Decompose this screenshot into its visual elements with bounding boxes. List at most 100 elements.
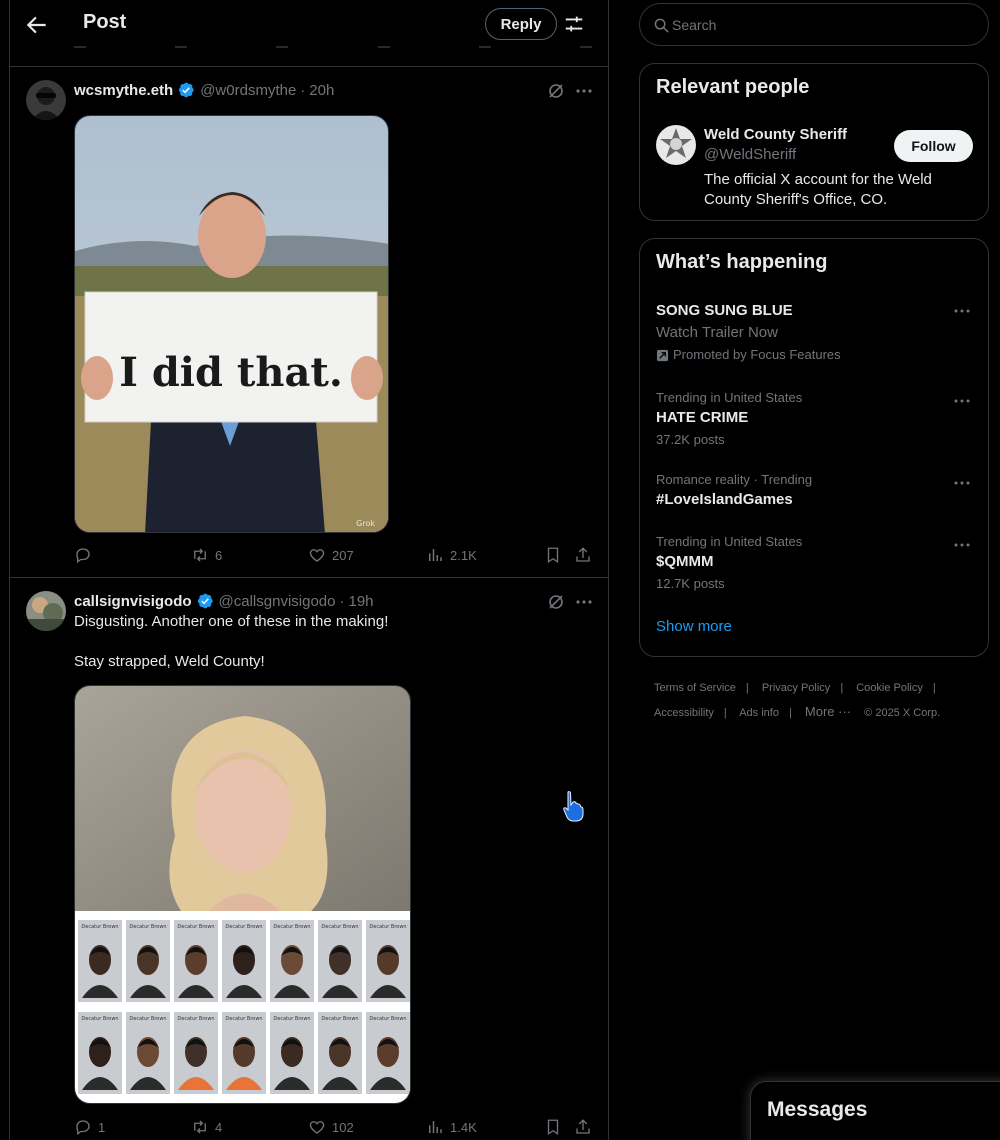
- views-button[interactable]: 1.4K: [426, 1117, 477, 1137]
- footer-link-ads-info[interactable]: Ads info: [739, 707, 779, 719]
- more-options-icon[interactable]: [573, 591, 595, 613]
- scrolled-actions: [74, 38, 592, 52]
- svg-text:Decatur Brown: Decatur Brown: [273, 924, 310, 930]
- trend-topic: HATE CRIME: [656, 409, 749, 426]
- search-box[interactable]: [639, 3, 989, 46]
- trend-item[interactable]: Trending in United States HATE CRIME 37.…: [656, 389, 976, 451]
- repost-button[interactable]: 6: [191, 545, 222, 565]
- post-header: Post Reply: [10, 0, 608, 50]
- share-icon: [576, 1119, 590, 1134]
- more-options-icon[interactable]: [952, 301, 972, 321]
- like-button[interactable]: 102: [308, 1117, 354, 1137]
- svg-text:Decatur Brown: Decatur Brown: [321, 1016, 358, 1022]
- svg-text:Decatur Brown: Decatur Brown: [129, 924, 166, 930]
- footer-link-cookies[interactable]: Cookie Policy: [856, 682, 923, 694]
- trend-post-count: 37.2K posts: [656, 432, 725, 447]
- bookmark-icon: [547, 547, 559, 564]
- svg-text:Decatur Brown: Decatur Brown: [273, 1016, 310, 1022]
- reply-count: 1: [98, 1119, 106, 1135]
- like-count: 207: [332, 547, 354, 563]
- sign-text: I did that.: [119, 349, 343, 396]
- views-icon: [429, 549, 442, 561]
- svg-text:Decatur Brown: Decatur Brown: [81, 924, 118, 930]
- timestamp[interactable]: 19h: [348, 593, 373, 610]
- reply-button[interactable]: 1: [74, 1117, 105, 1137]
- author-name[interactable]: callsignvisigodo: [74, 593, 192, 610]
- trend-topic: #LoveIslandGames: [656, 491, 793, 508]
- repost-button[interactable]: 4: [191, 1117, 222, 1137]
- view-count: 2.1K: [450, 547, 477, 563]
- verified-badge-icon: [179, 82, 194, 98]
- tweet-text: Disgusting. Another one of these in the …: [74, 613, 389, 670]
- heart-icon: [309, 1121, 325, 1134]
- avatar[interactable]: [26, 80, 66, 120]
- grok-icon[interactable]: [546, 81, 566, 101]
- tweet[interactable]: wcsmythe.eth @w0rdsmythe · 20h I did tha…: [10, 80, 608, 577]
- sliders-icon[interactable]: [563, 13, 585, 35]
- follow-button[interactable]: Follow: [894, 130, 973, 162]
- more-options-icon[interactable]: [952, 391, 972, 411]
- reply-icon: [76, 548, 90, 564]
- search-icon: [654, 18, 669, 33]
- timestamp[interactable]: 20h: [309, 82, 334, 99]
- tweet-image[interactable]: Decatur Brown Decatur Brown Decatur Brown D…: [74, 685, 411, 1104]
- author-name[interactable]: wcsmythe.eth: [74, 82, 173, 99]
- author-handle[interactable]: @w0rdsmythe: [200, 82, 296, 99]
- avatar[interactable]: [656, 125, 696, 165]
- reply-button[interactable]: [74, 545, 98, 565]
- footer-link-terms[interactable]: Terms of Service: [654, 682, 736, 694]
- bookmark-button[interactable]: [544, 1117, 568, 1137]
- tweet-image[interactable]: I did that. Grok: [74, 115, 389, 533]
- person-name[interactable]: Weld County Sheriff: [704, 126, 847, 143]
- mugshot-photo: Decatur Brown: [318, 1012, 362, 1094]
- more-options-icon[interactable]: [952, 473, 972, 493]
- trend-item[interactable]: Trending in United States $QMMM 12.7K po…: [656, 533, 976, 595]
- footer-link-privacy[interactable]: Privacy Policy: [762, 682, 830, 694]
- bookmark-button[interactable]: [544, 545, 568, 565]
- messages-drawer[interactable]: Messages: [750, 1081, 1000, 1140]
- mugshot-photo: Decatur Brown: [174, 920, 218, 1002]
- views-icon: [429, 1121, 442, 1133]
- avatar[interactable]: [26, 591, 66, 631]
- share-button[interactable]: [574, 545, 598, 565]
- grok-icon[interactable]: [546, 592, 566, 612]
- whats-happening-card: What’s happening SONG SUNG BLUE Watch Tr…: [639, 238, 989, 657]
- like-count: 102: [332, 1119, 354, 1135]
- divider: [10, 66, 608, 67]
- view-count: 1.4K: [450, 1119, 477, 1135]
- reply-button[interactable]: Reply: [485, 8, 557, 40]
- svg-text:Decatur Brown: Decatur Brown: [225, 1016, 262, 1022]
- trend-subtitle: Watch Trailer Now: [656, 324, 778, 341]
- trend-item[interactable]: SONG SUNG BLUE Watch Trailer Now Promote…: [656, 300, 976, 366]
- svg-text:Decatur Brown: Decatur Brown: [321, 924, 358, 930]
- back-arrow-icon[interactable]: [24, 12, 50, 38]
- footer-links: Terms of Service | Privacy Policy | Cookie…: [654, 682, 941, 719]
- like-button[interactable]: 207: [308, 545, 354, 565]
- reply-icon: [76, 1120, 90, 1136]
- svg-text:Decatur Brown: Decatur Brown: [225, 924, 262, 930]
- promoted-icon: [656, 349, 669, 361]
- more-options-icon[interactable]: [573, 80, 595, 102]
- footer-more-button[interactable]: More ···: [805, 704, 851, 719]
- more-options-icon[interactable]: [952, 535, 972, 555]
- trend-item[interactable]: Romance reality · Trending #LoveIslandGa…: [656, 471, 976, 511]
- search-input[interactable]: [672, 4, 972, 45]
- image-watermark: Grok: [356, 519, 375, 528]
- mugshot-photo: Decatur Brown: [126, 1012, 170, 1094]
- copyright: © 2025 X Corp.: [864, 707, 941, 719]
- show-more-link[interactable]: Show more: [656, 618, 732, 635]
- svg-text:Decatur Brown: Decatur Brown: [369, 1016, 406, 1022]
- heart-icon: [309, 549, 325, 562]
- person-handle[interactable]: @WeldSheriff: [704, 146, 796, 163]
- page-title: Post: [83, 11, 127, 33]
- author-handle[interactable]: @callsgnvisigodo: [219, 593, 336, 610]
- views-button[interactable]: 2.1K: [426, 545, 477, 565]
- trend-context: Trending in United States: [656, 534, 803, 549]
- share-button[interactable]: [574, 1117, 598, 1137]
- relevant-people-card: Relevant people Weld County Sheriff @Wel…: [639, 63, 989, 221]
- tweet[interactable]: callsignvisigodo @callsgnvisigodo · 19h …: [10, 591, 608, 1140]
- footer-link-accessibility[interactable]: Accessibility: [654, 707, 714, 719]
- svg-text:Decatur Brown: Decatur Brown: [81, 1016, 118, 1022]
- mugshot-photo: Decatur Brown: [174, 1012, 218, 1094]
- repost-count: 4: [215, 1119, 223, 1135]
